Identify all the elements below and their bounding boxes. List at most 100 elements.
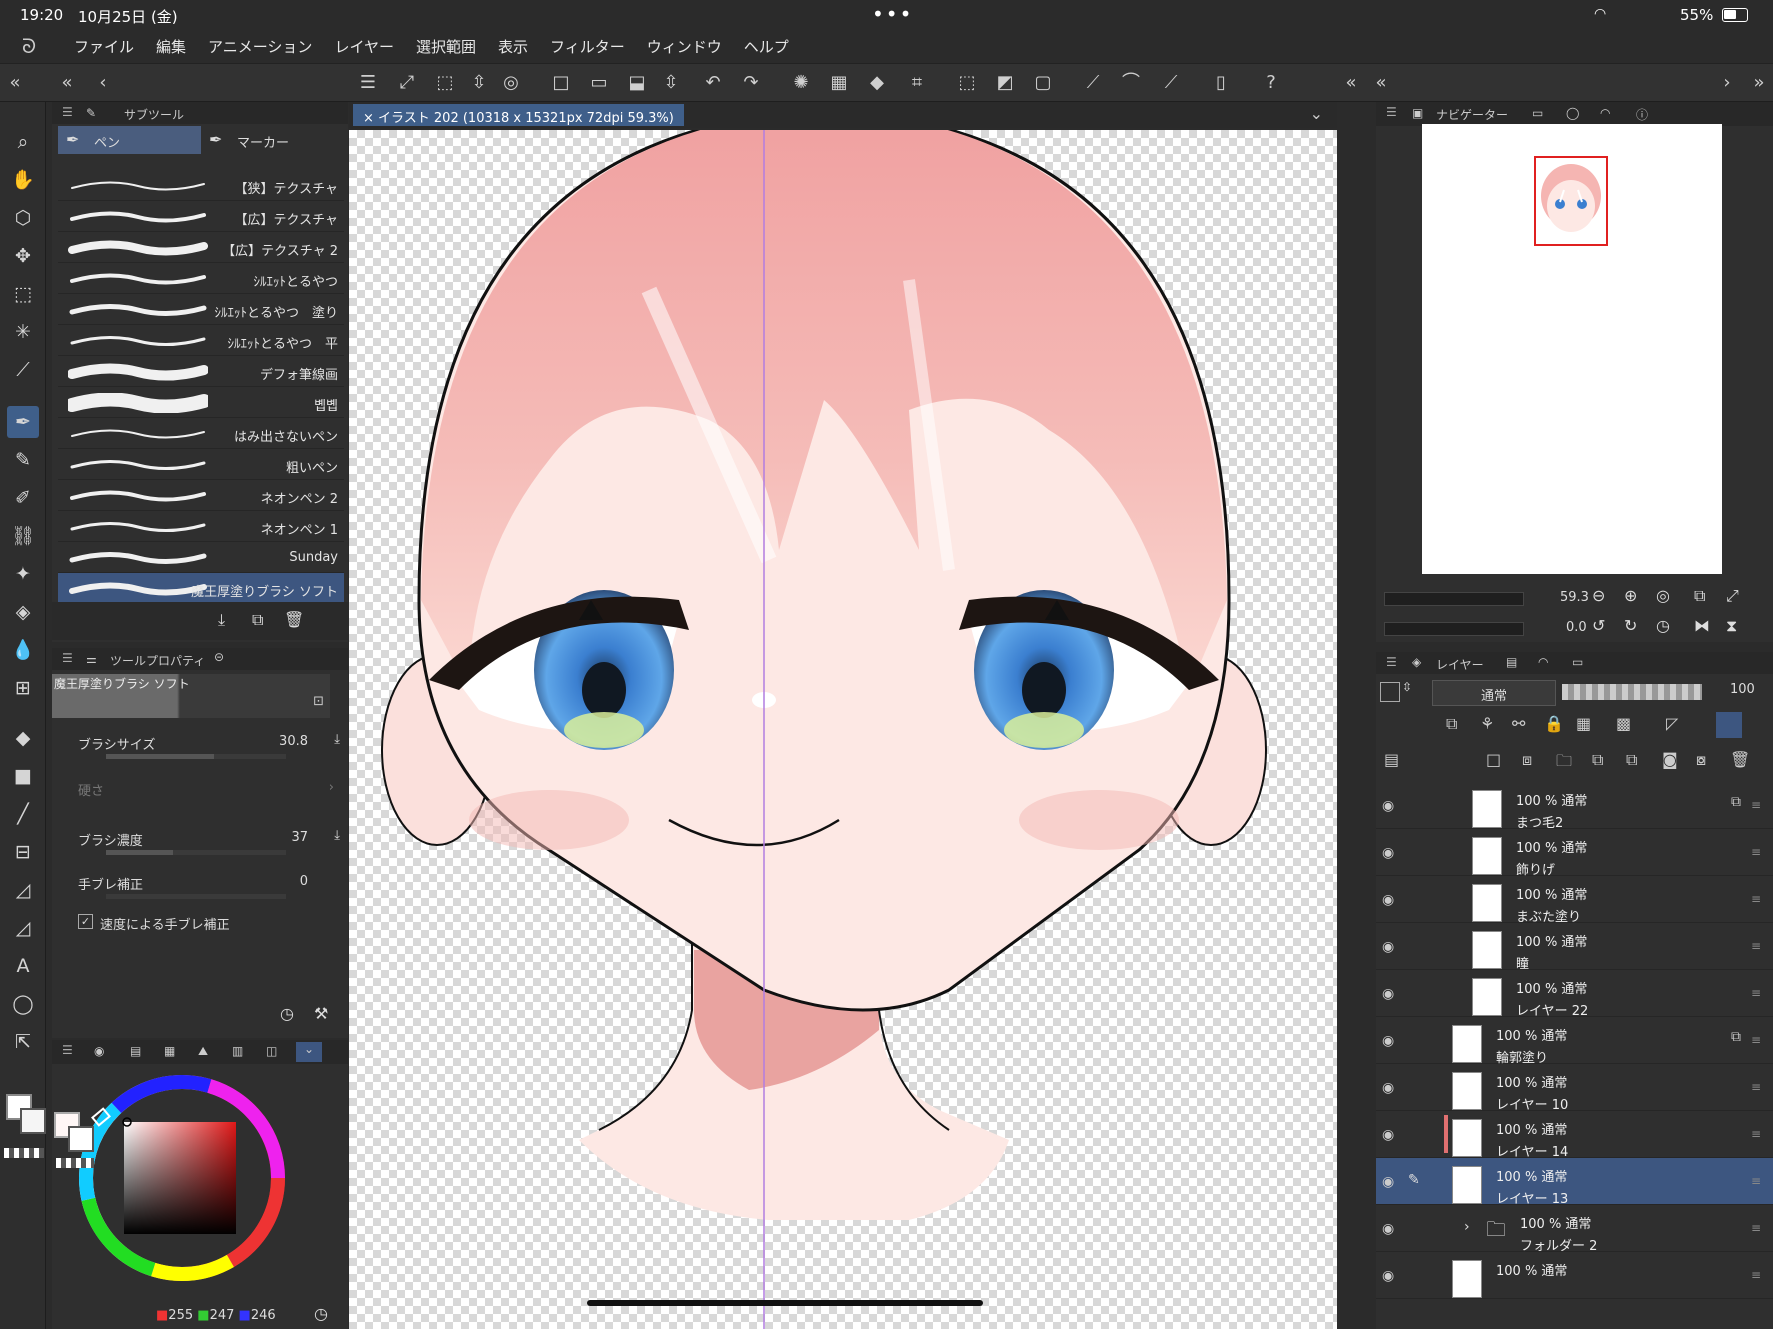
brush-item[interactable]: 粗いペン <box>58 449 344 480</box>
hand-icon[interactable]: ✋ <box>7 164 39 196</box>
zoom-reset-icon[interactable]: ◎ <box>1656 586 1670 605</box>
open-folder-icon[interactable]: ▭ <box>588 72 610 94</box>
navigator-preview[interactable] <box>1422 124 1722 574</box>
layer-row[interactable]: ◉ › 🗀 100 % 通常 フォルダー 2 ≡ <box>1376 1205 1773 1254</box>
save-icon[interactable]: ⬓ <box>626 72 648 94</box>
info-tab-icon[interactable]: ⓘ <box>1636 106 1648 123</box>
redo-icon[interactable]: ↷ <box>740 72 762 94</box>
approx-color-tab-icon[interactable]: ▥ <box>232 1044 243 1058</box>
eye-icon[interactable]: ◉ <box>1382 1033 1400 1051</box>
brush-item[interactable]: 【広】テクスチャ <box>58 201 344 232</box>
move-icon[interactable]: ✥ <box>7 240 39 272</box>
brush-icon[interactable]: ✐ <box>7 482 39 514</box>
blend-mode-select[interactable]: 通常 <box>1432 680 1556 706</box>
brush-item[interactable]: ｼﾙｴｯﾄとるやつ 塗り <box>58 294 344 325</box>
merge-down-icon[interactable]: ⧉ <box>1592 750 1603 770</box>
eye-icon[interactable]: ◉ <box>1382 986 1400 1004</box>
rotation-slider[interactable] <box>1384 622 1524 636</box>
stabilizer-slider[interactable] <box>106 894 286 899</box>
color-slider-tab-icon[interactable]: ▤ <box>130 1044 141 1058</box>
brush-item[interactable]: デフォ筆線画 <box>58 356 344 387</box>
delete-layer-icon[interactable]: 🗑 <box>1730 750 1750 769</box>
pencil-icon[interactable]: ✎ <box>7 444 39 476</box>
selection-icon[interactable]: ▦ <box>828 72 850 94</box>
stabilizer-value[interactable]: 0 <box>300 874 308 889</box>
invert-selection-icon[interactable]: ◩ <box>994 72 1016 94</box>
subview-tab-icon[interactable]: ▭ <box>1532 106 1543 120</box>
clock-icon[interactable]: ◷ <box>280 1004 294 1023</box>
clip-icon[interactable]: ▩ <box>1616 714 1631 733</box>
layer-row[interactable]: ◉ 100 % 通常 まぶた塗り ≡ <box>1376 876 1773 925</box>
transparent-chip[interactable] <box>56 1158 94 1168</box>
timeline-tab-icon[interactable]: ▭ <box>1572 655 1583 669</box>
navigator-viewport[interactable] <box>1534 156 1608 246</box>
color-wheel-tab-icon[interactable]: ◉ <box>94 1044 104 1058</box>
eye-icon[interactable]: ◉ <box>1382 1174 1400 1192</box>
chevron-right-icon-2[interactable]: › <box>329 780 334 795</box>
draft-layer-icon[interactable]: ⚘ <box>1480 714 1494 733</box>
menu-help[interactable]: ヘルプ <box>744 36 789 57</box>
ruler-icon[interactable]: ⟋ <box>1082 72 1104 94</box>
clipping-toggle-icon[interactable] <box>1380 682 1400 702</box>
new-canvas-icon[interactable]: □ <box>550 72 572 94</box>
expand-right-icon[interactable]: » <box>1748 72 1770 94</box>
airbrush-icon[interactable]: ⛓ <box>7 520 39 552</box>
menu-layer[interactable]: レイヤー <box>334 36 394 57</box>
line-icon[interactable]: ╱ <box>7 798 39 830</box>
brush-item[interactable]: 볩볩 <box>58 387 344 418</box>
brush-size-row[interactable]: ブラシサイズ 30.8 ⤓ <box>52 730 348 774</box>
sub-color-swatch[interactable] <box>20 1108 46 1134</box>
device-icon[interactable]: ▯ <box>1210 72 1232 94</box>
menu-view[interactable]: 表示 <box>498 36 528 57</box>
decoration-icon[interactable]: ✦ <box>7 558 39 590</box>
balloon-tail-icon[interactable]: ◿ <box>7 912 39 944</box>
drawing-canvas[interactable] <box>349 130 1337 1329</box>
marquee-icon[interactable]: ⬚ <box>7 278 39 310</box>
pressure-icon-2[interactable]: ⤓ <box>334 828 340 843</box>
zoom-out-icon[interactable]: ⊖ <box>1592 586 1605 605</box>
layer-color-icon[interactable] <box>1716 712 1742 738</box>
layers-tab-icon[interactable]: ◈ <box>1412 655 1421 669</box>
chevron-right-icon[interactable]: › <box>1716 72 1738 94</box>
3d-object-icon[interactable]: ⬡ <box>7 202 39 234</box>
opacity-slider[interactable] <box>1562 684 1702 700</box>
pressure-icon[interactable]: ⤓ <box>334 732 340 747</box>
brush-density-value[interactable]: 37 <box>291 830 308 845</box>
chevron-updown-icon[interactable]: ⇳ <box>468 72 490 94</box>
frame-icon[interactable]: ▢ <box>1032 72 1054 94</box>
collapse-panel-icon[interactable]: « <box>56 72 78 94</box>
brush-item[interactable]: ｼﾙｴｯﾄとるやつ 平 <box>58 325 344 356</box>
chevron-right-icon-3[interactable]: › <box>1464 1219 1470 1235</box>
loading-icon[interactable]: ✺ <box>790 72 812 94</box>
layer-row[interactable]: ◉ 100 % 通常 まつ毛2 ⧉ ≡ <box>1376 782 1773 831</box>
new-raster-layer-icon[interactable]: □ <box>1486 750 1501 769</box>
chevron-down-icon[interactable]: ⌄ <box>296 1042 322 1062</box>
drag-handle-icon[interactable]: ≡ <box>1751 1033 1761 1047</box>
brush-item[interactable]: Sunday <box>58 542 344 573</box>
layer-settings-icon[interactable]: ▤ <box>1384 750 1399 769</box>
menu-edit[interactable]: 編集 <box>156 36 186 57</box>
toolprop-toggle-icon[interactable]: ⊝ <box>214 650 224 664</box>
stabilizer-row[interactable]: 手ブレ補正 0 <box>52 870 348 914</box>
brush-tool-icon[interactable]: ⌒ <box>1120 72 1142 94</box>
drag-handle-icon[interactable]: ≡ <box>1751 845 1761 859</box>
panel-menu-icon-5[interactable]: ☰ <box>1386 655 1397 669</box>
resize-icon[interactable]: ⤢ <box>396 72 418 94</box>
material-tab-icon[interactable]: ◠ <box>1600 106 1610 120</box>
eye-icon[interactable]: ◉ <box>1382 939 1400 957</box>
drag-handle-icon[interactable]: ≡ <box>1751 1127 1761 1141</box>
lock-transparent-icon[interactable]: ⚯ <box>1512 714 1525 733</box>
layer-row[interactable]: ◉ 100 % 通常瞳 ≡ <box>1376 923 1773 972</box>
pen-icon[interactable]: ✒ <box>7 406 39 438</box>
panel-menu-icon-3[interactable]: ☰ <box>62 1043 73 1057</box>
apply-mask-icon[interactable]: ⧇ <box>1696 750 1706 770</box>
speed-checkbox[interactable]: ✓ <box>78 914 93 929</box>
transparent-swatch[interactable] <box>4 1148 44 1158</box>
drag-handle-icon[interactable]: ≡ <box>1751 892 1761 906</box>
menu-window[interactable]: ウィンドウ <box>647 36 722 57</box>
balloon-icon[interactable]: ◿ <box>7 874 39 906</box>
brush-item[interactable]: 魔王厚塗りブラシ ソフト <box>58 573 344 604</box>
eye-icon[interactable]: ◉ <box>1382 1221 1400 1239</box>
menu-selection[interactable]: 選択範囲 <box>416 36 476 57</box>
layer-row[interactable]: ◉ 100 % 通常 輪郭塗り ⧉ ≡ <box>1376 1017 1773 1066</box>
